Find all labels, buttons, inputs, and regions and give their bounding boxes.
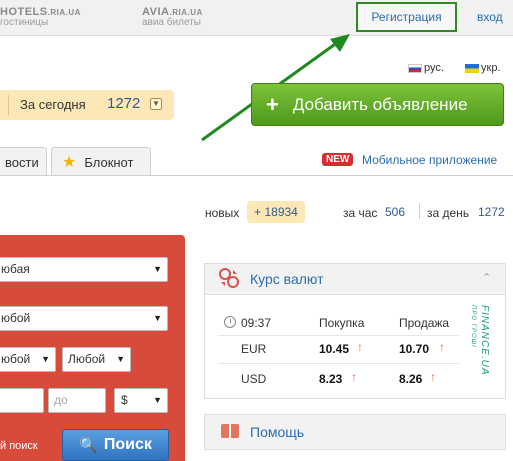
mobile-app-link[interactable]: Мобильное приложение <box>362 153 497 167</box>
search-icon: 🔍 <box>79 437 98 454</box>
extended-search-link[interactable]: й поиск <box>0 440 38 452</box>
today-label: За сегодня <box>20 97 86 112</box>
per-day-value: 1272 <box>478 205 505 219</box>
dropdown-arrow-icon: ▼ <box>153 264 162 274</box>
tab-notebook-label: Блокнот <box>84 154 134 170</box>
clock-icon <box>224 316 236 328</box>
chevron-down-icon[interactable]: ▼ <box>150 98 162 110</box>
search-button-label: Поиск <box>103 436 152 453</box>
row-divider <box>219 335 459 336</box>
help-link[interactable]: Помощь <box>250 424 304 440</box>
sell-header: Продажа <box>399 316 450 330</box>
currency-widget-title: Курс валют <box>250 271 324 287</box>
lang-ua[interactable]: укр. <box>465 62 501 74</box>
avia-link[interactable]: AVIA.RIA.UA авиа билеты <box>142 6 203 28</box>
finance-ua-logo[interactable]: FINANCE.UA ПРО ГРОШІ <box>470 305 490 395</box>
dropdown-arrow-icon: ▼ <box>41 354 50 364</box>
buy-value: 8.23 <box>319 372 343 386</box>
russian-flag-icon <box>408 63 422 73</box>
region-select[interactable]: юбой ▼ <box>0 347 56 372</box>
buy-header: Покупка <box>319 316 365 330</box>
star-icon: ★ <box>62 154 77 171</box>
login-link[interactable]: вход <box>477 10 503 24</box>
hotels-link[interactable]: HOTELS.RIA.UA гостиницы <box>0 6 81 28</box>
arrow-up-icon: ↑ <box>351 370 357 384</box>
counter-divider <box>8 95 9 115</box>
price-to-input[interactable]: до <box>48 388 106 413</box>
add-listing-button[interactable]: + Добавить объявление <box>251 83 504 126</box>
per-day-label: за день <box>427 206 470 220</box>
register-button[interactable]: Регистрация <box>356 2 457 32</box>
stats-divider <box>419 203 420 219</box>
currency-code: USD <box>241 372 267 386</box>
category-select[interactable]: юбая ▼ <box>0 257 168 282</box>
per-hour-value: 506 <box>385 205 406 219</box>
dropdown-arrow-icon: ▼ <box>153 395 162 405</box>
arrow-up-icon: ↑ <box>357 340 363 354</box>
tab-news[interactable]: вости <box>0 147 47 176</box>
price-from-input[interactable] <box>0 388 44 413</box>
new-badge: NEW <box>322 153 354 166</box>
new-count-badge: + 18934 <box>247 201 305 223</box>
new-label: новых <box>205 206 240 220</box>
row-divider <box>219 363 459 364</box>
buy-value: 10.45 <box>319 342 350 356</box>
ukrainian-flag-icon <box>465 63 479 73</box>
currency-exchange-icon <box>219 268 239 288</box>
arrow-up-icon: ↑ <box>439 340 445 354</box>
subcategory-select[interactable]: юбой ▼ <box>0 306 168 331</box>
currency-select[interactable]: $ ▼ <box>114 388 168 413</box>
avia-sublabel: авиа билеты <box>142 17 201 28</box>
add-listing-label: Добавить объявление <box>292 94 468 114</box>
search-button[interactable]: 🔍 Поиск <box>62 429 169 461</box>
lang-ru-label: рус. <box>424 62 444 74</box>
book-icon <box>221 424 239 438</box>
tab-notebook[interactable]: ★ Блокнот <box>51 147 151 176</box>
lang-ua-label: укр. <box>481 62 501 74</box>
per-hour-label: за час <box>343 206 378 220</box>
tab-news-label: вости <box>5 154 39 170</box>
dropdown-arrow-icon: ▼ <box>116 354 125 364</box>
tab-divider <box>0 175 513 176</box>
rates-time: 09:37 <box>241 316 272 330</box>
hotels-sublabel: гостиницы <box>0 17 49 28</box>
currency-code: EUR <box>241 342 267 356</box>
arrow-up-icon: ↑ <box>430 370 436 384</box>
sell-value: 8.26 <box>399 372 423 386</box>
sell-value: 10.70 <box>399 342 430 356</box>
collapse-icon[interactable]: ⌃ <box>482 271 491 284</box>
plus-icon: + <box>266 91 279 117</box>
city-select[interactable]: Любой ▼ <box>62 347 131 372</box>
today-count: 1272 <box>107 95 141 112</box>
lang-ru[interactable]: рус. <box>408 62 444 74</box>
dropdown-arrow-icon: ▼ <box>153 313 162 323</box>
